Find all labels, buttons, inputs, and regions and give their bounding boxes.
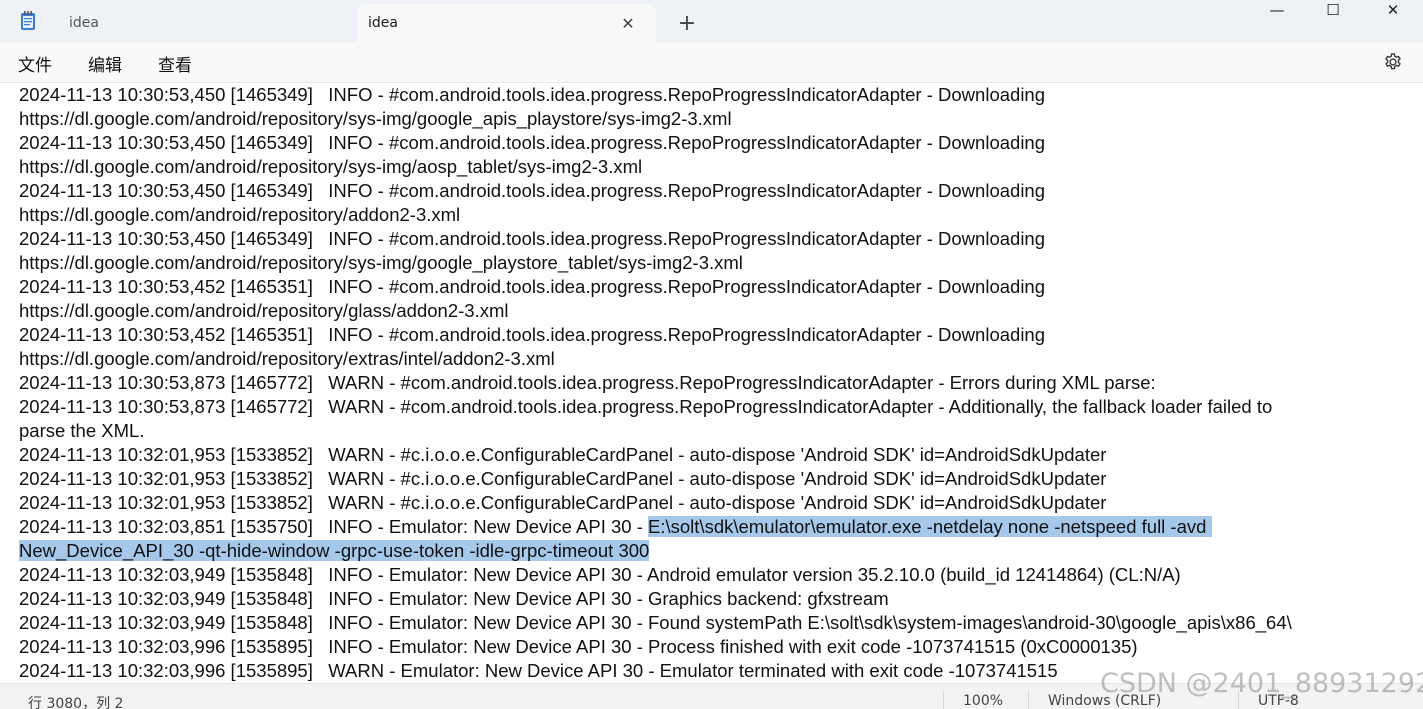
log-line-text: 2024-11-13 10:32:01,953 [1533852] WARN -…	[19, 444, 1107, 465]
log-line: 2024-11-13 10:30:53,450 [1465349] INFO -…	[19, 179, 1404, 203]
log-line-text: https://dl.google.com/android/repository…	[19, 300, 509, 321]
tab-label: idea	[69, 15, 99, 31]
log-line-text: parse the XML.	[19, 420, 145, 441]
close-window-icon[interactable]: ✕	[1370, 0, 1416, 20]
log-line: New_Device_API_30 -qt-hide-window -grpc-…	[19, 539, 1404, 563]
log-line: 2024-11-13 10:32:01,953 [1533852] WARN -…	[19, 443, 1404, 467]
menu-view[interactable]: 查看	[156, 51, 194, 76]
log-line: 2024-11-13 10:32:01,953 [1533852] WARN -…	[19, 467, 1404, 491]
menu-file[interactable]: 文件	[16, 51, 54, 76]
log-line: https://dl.google.com/android/repository…	[19, 107, 1404, 131]
log-line-text: https://dl.google.com/android/repository…	[19, 156, 643, 177]
notepad-window: idea idea ✕ + — ☐ ✕ 文件 编辑 查看 2024-11-13 …	[0, 0, 1423, 709]
log-line-text: 2024-11-13 10:32:03,851 [1535750] INFO -…	[19, 516, 649, 537]
log-line-text: 2024-11-13 10:30:53,450 [1465349] INFO -…	[19, 132, 1046, 153]
log-line: https://dl.google.com/android/repository…	[19, 251, 1404, 275]
log-line: 2024-11-13 10:30:53,450 [1465349] INFO -…	[19, 83, 1404, 107]
zoom-level[interactable]: 100%	[963, 693, 1003, 709]
tab-idea-inactive[interactable]: idea	[52, 4, 352, 42]
log-line: https://dl.google.com/android/repository…	[19, 347, 1404, 371]
log-line: 2024-11-13 10:30:53,450 [1465349] INFO -…	[19, 227, 1404, 251]
log-line-text: 2024-11-13 10:30:53,452 [1465351] INFO -…	[19, 324, 1046, 345]
log-line: 2024-11-13 10:30:53,873 [1465772] WARN -…	[19, 371, 1404, 395]
menu-edit[interactable]: 编辑	[86, 51, 124, 76]
tab-idea-active[interactable]: idea ✕	[358, 4, 656, 42]
maximize-icon[interactable]: ☐	[1310, 0, 1356, 20]
log-line: 2024-11-13 10:30:53,452 [1465351] INFO -…	[19, 275, 1404, 299]
log-line-text: https://dl.google.com/android/repository…	[19, 252, 743, 273]
log-line-text: 2024-11-13 10:30:53,452 [1465351] INFO -…	[19, 276, 1046, 297]
log-line-text: 2024-11-13 10:32:01,953 [1533852] WARN -…	[19, 492, 1107, 513]
log-line-text: 2024-11-13 10:32:01,953 [1533852] WARN -…	[19, 468, 1107, 489]
log-line-text: 2024-11-13 10:30:53,450 [1465349] INFO -…	[19, 84, 1046, 105]
log-line: https://dl.google.com/android/repository…	[19, 155, 1404, 179]
tab-label: idea	[368, 15, 398, 31]
title-bar: idea idea ✕ + — ☐ ✕	[0, 0, 1423, 42]
log-line-text: 2024-11-13 10:30:53,450 [1465349] INFO -…	[19, 228, 1046, 249]
minimize-icon[interactable]: —	[1254, 0, 1300, 20]
log-line-text: 2024-11-13 10:32:03,949 [1535848] INFO -…	[19, 612, 1292, 633]
log-line-text: https://dl.google.com/android/repository…	[19, 108, 732, 129]
log-line: 2024-11-13 10:32:03,851 [1535750] INFO -…	[19, 515, 1404, 539]
log-line: 2024-11-13 10:32:03,949 [1535848] INFO -…	[19, 611, 1404, 635]
gear-icon[interactable]	[1383, 52, 1403, 72]
log-line: 2024-11-13 10:30:53,873 [1465772] WARN -…	[19, 395, 1404, 419]
log-line-text: 2024-11-13 10:32:03,949 [1535848] INFO -…	[19, 564, 1181, 585]
log-line: 2024-11-13 10:32:01,953 [1533852] WARN -…	[19, 491, 1404, 515]
notepad-app-icon	[21, 11, 35, 30]
log-line: 2024-11-13 10:30:53,450 [1465349] INFO -…	[19, 131, 1404, 155]
log-line-text: 2024-11-13 10:32:03,996 [1535895] WARN -…	[19, 660, 1058, 681]
close-tab-icon[interactable]: ✕	[618, 13, 638, 33]
log-line-text: 2024-11-13 10:30:53,450 [1465349] INFO -…	[19, 180, 1046, 201]
selected-text: New_Device_API_30 -qt-hide-window -grpc-…	[19, 540, 650, 561]
log-line: 2024-11-13 10:30:53,452 [1465351] INFO -…	[19, 323, 1404, 347]
log-line-text: 2024-11-13 10:32:03,949 [1535848] INFO -…	[19, 588, 889, 609]
status-divider	[943, 691, 944, 709]
log-line-text: 2024-11-13 10:30:53,873 [1465772] WARN -…	[19, 372, 1156, 393]
selected-text: E:\solt\sdk\emulator\emulator.exe -netde…	[648, 516, 1212, 537]
cursor-position: 行 3080，列 2	[28, 696, 124, 709]
status-divider	[1028, 691, 1029, 709]
log-line: 2024-11-13 10:32:03,949 [1535848] INFO -…	[19, 587, 1404, 611]
log-text: 2024-11-13 10:30:53,450 [1465349] INFO -…	[19, 83, 1404, 683]
watermark: CSDN @2401_88931292	[1100, 668, 1423, 699]
menu-bar: 文件 编辑 查看	[0, 42, 1423, 83]
log-line: parse the XML.	[19, 419, 1404, 443]
add-tab-icon[interactable]: +	[674, 10, 700, 36]
log-line: 2024-11-13 10:32:03,996 [1535895] INFO -…	[19, 635, 1404, 659]
log-line-text: https://dl.google.com/android/repository…	[19, 204, 461, 225]
log-line: https://dl.google.com/android/repository…	[19, 299, 1404, 323]
log-line: https://dl.google.com/android/repository…	[19, 203, 1404, 227]
log-line-text: https://dl.google.com/android/repository…	[19, 348, 555, 369]
log-line-text: 2024-11-13 10:30:53,873 [1465772] WARN -…	[19, 396, 1273, 417]
log-line-text: 2024-11-13 10:32:03,996 [1535895] INFO -…	[19, 636, 1138, 657]
text-editor[interactable]: 2024-11-13 10:30:53,450 [1465349] INFO -…	[0, 83, 1423, 683]
log-line: 2024-11-13 10:32:03,949 [1535848] INFO -…	[19, 563, 1404, 587]
